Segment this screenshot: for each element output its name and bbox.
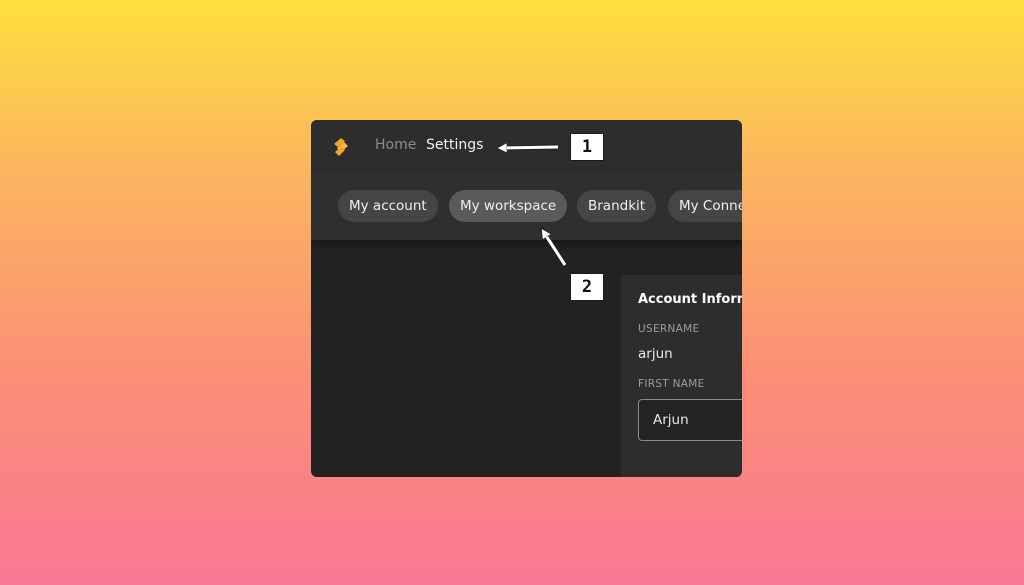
annotation-arrows (0, 0, 568, 267)
arrow-1 (500, 147, 559, 148)
arrow-2 (543, 231, 567, 266)
annotation-label-1: 1 (570, 133, 604, 161)
annotation-label-2: 2 (570, 273, 604, 301)
